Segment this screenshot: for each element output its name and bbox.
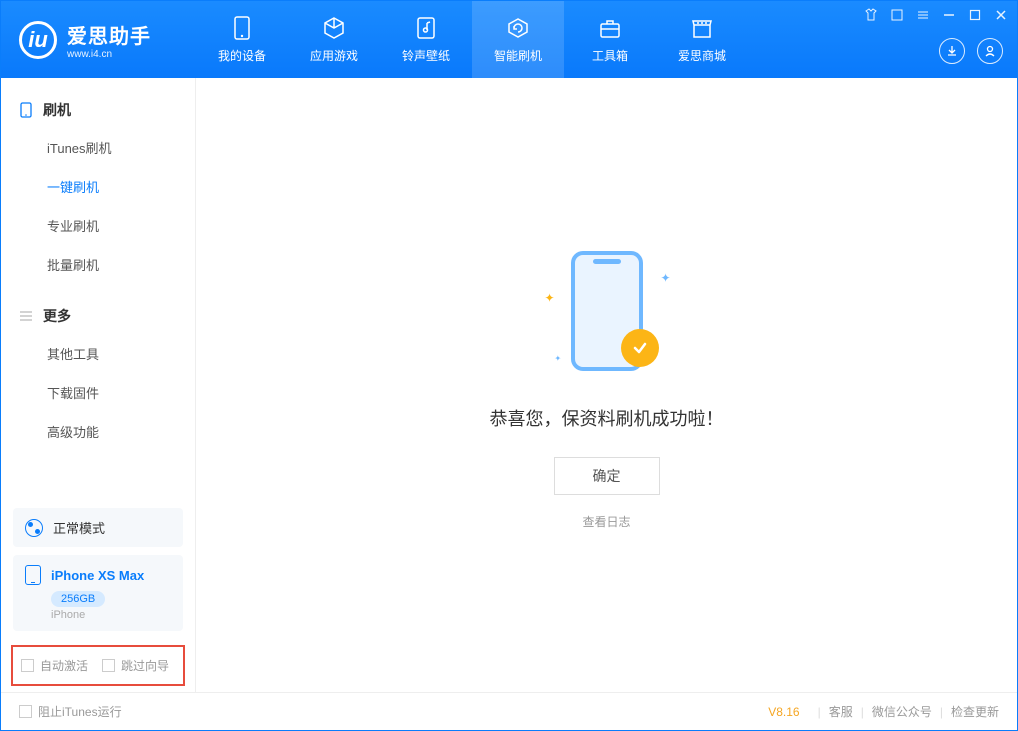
- close-button[interactable]: [993, 7, 1009, 23]
- check-badge-icon: [621, 329, 659, 367]
- app-site: www.i4.cn: [67, 49, 151, 60]
- version-label: V8.16: [768, 705, 799, 719]
- menu-icon[interactable]: [915, 7, 931, 23]
- separator: |: [940, 705, 943, 719]
- success-message: 恭喜您，保资料刷机成功啦！: [490, 405, 724, 431]
- sidebar-item-other[interactable]: 其他工具: [1, 334, 195, 373]
- checkbox-skip-wizard[interactable]: 跳过向导: [102, 657, 169, 674]
- nav-tabs: 我的设备 应用游戏 铃声壁纸 智能刷机 工具箱 爱思商城: [196, 1, 748, 78]
- spark-icon: ✦: [555, 354, 562, 363]
- window-controls: [863, 7, 1009, 23]
- nav-label: 工具箱: [592, 47, 628, 64]
- nav-tab-flash[interactable]: 智能刷机: [472, 1, 564, 78]
- sidebar-item-advanced[interactable]: 高级功能: [1, 412, 195, 451]
- view-log-link[interactable]: 查看日志: [582, 513, 630, 530]
- nav-label: 应用游戏: [310, 47, 358, 64]
- nav-tab-store[interactable]: 爱思商城: [656, 1, 748, 78]
- spark-icon: ✦: [545, 291, 555, 305]
- nav-label: 铃声壁纸: [402, 47, 450, 64]
- download-icon[interactable]: [939, 38, 965, 64]
- device-card[interactable]: iPhone XS Max 256GB iPhone: [13, 555, 183, 631]
- checkbox-icon: [102, 659, 115, 672]
- sidebar-header-flash: 刷机: [1, 92, 195, 128]
- nav-tab-ringtones[interactable]: 铃声壁纸: [380, 1, 472, 78]
- minimize-button[interactable]: [941, 7, 957, 23]
- footer-left: 阻止iTunes运行: [19, 703, 122, 720]
- checkbox-block-itunes[interactable]: 阻止iTunes运行: [19, 703, 122, 720]
- spark-icon: ✦: [660, 271, 670, 285]
- list-icon: [19, 309, 33, 323]
- box-icon[interactable]: [889, 7, 905, 23]
- phone-icon: [19, 103, 33, 117]
- success-illustration: ✦ ✦ ✦: [537, 241, 677, 381]
- confirm-button[interactable]: 确定: [554, 457, 660, 495]
- device-name: iPhone XS Max: [51, 568, 144, 583]
- bottom-options-highlighted: 自动激活 跳过向导: [11, 645, 185, 686]
- footer-link-update[interactable]: 检查更新: [951, 703, 999, 720]
- header-bar: iu 爱思助手 www.i4.cn 我的设备 应用游戏 铃声壁纸 智能刷机 工具…: [1, 1, 1017, 78]
- checkbox-label: 自动激活: [40, 657, 88, 674]
- separator: |: [818, 705, 821, 719]
- header-right-icons: [939, 38, 1003, 64]
- sidebar-section-flash: 刷机 iTunes刷机 一键刷机 专业刷机 批量刷机: [1, 78, 195, 284]
- nav-label: 我的设备: [218, 47, 266, 64]
- nav-tab-device[interactable]: 我的设备: [196, 1, 288, 78]
- sidebar-header-more: 更多: [1, 298, 195, 334]
- refresh-icon: [505, 15, 531, 41]
- sidebar-title: 更多: [43, 306, 71, 326]
- sidebar-item-pro[interactable]: 专业刷机: [1, 206, 195, 245]
- logo-icon: iu: [19, 21, 57, 59]
- mode-label: 正常模式: [53, 518, 105, 537]
- main-content: ✦ ✦ ✦ 恭喜您，保资料刷机成功啦！ 确定 查看日志: [196, 78, 1017, 692]
- maximize-button[interactable]: [967, 7, 983, 23]
- checkbox-icon: [21, 659, 34, 672]
- sidebar-title: 刷机: [43, 100, 71, 120]
- device-icon: [229, 15, 255, 41]
- device-capacity-badge: 256GB: [51, 591, 105, 607]
- device-type: iPhone: [51, 609, 171, 621]
- device-phone-icon: [25, 565, 41, 585]
- device-row: iPhone XS Max: [25, 565, 171, 585]
- app-title: 爱思助手: [67, 20, 151, 49]
- footer-link-wechat[interactable]: 微信公众号: [872, 703, 932, 720]
- checkbox-label: 阻止iTunes运行: [38, 703, 122, 720]
- checkbox-auto-activate[interactable]: 自动激活: [21, 657, 88, 674]
- nav-tab-tools[interactable]: 工具箱: [564, 1, 656, 78]
- logo-area: iu 爱思助手 www.i4.cn: [1, 20, 196, 60]
- store-icon: [689, 15, 715, 41]
- separator: |: [861, 705, 864, 719]
- sidebar-item-oneclick[interactable]: 一键刷机: [1, 167, 195, 206]
- mode-card[interactable]: 正常模式: [13, 508, 183, 547]
- mode-icon: [25, 519, 43, 537]
- footer-link-support[interactable]: 客服: [829, 703, 853, 720]
- body-area: 刷机 iTunes刷机 一键刷机 专业刷机 批量刷机 更多 其他工具 下载固件 …: [1, 78, 1017, 692]
- tshirt-icon[interactable]: [863, 7, 879, 23]
- sidebar: 刷机 iTunes刷机 一键刷机 专业刷机 批量刷机 更多 其他工具 下载固件 …: [1, 78, 196, 692]
- sidebar-spacer: [1, 451, 195, 500]
- briefcase-icon: [597, 15, 623, 41]
- footer-right: V8.16 | 客服 | 微信公众号 | 检查更新: [768, 703, 999, 720]
- checkbox-icon: [19, 705, 32, 718]
- cube-icon: [321, 15, 347, 41]
- sidebar-section-more: 更多 其他工具 下载固件 高级功能: [1, 284, 195, 451]
- checkbox-label: 跳过向导: [121, 657, 169, 674]
- nav-label: 爱思商城: [678, 47, 726, 64]
- sidebar-item-batch[interactable]: 批量刷机: [1, 245, 195, 284]
- sidebar-item-itunes[interactable]: iTunes刷机: [1, 128, 195, 167]
- sidebar-item-firmware[interactable]: 下载固件: [1, 373, 195, 412]
- nav-label: 智能刷机: [494, 47, 542, 64]
- logo-text: 爱思助手 www.i4.cn: [67, 20, 151, 60]
- nav-tab-apps[interactable]: 应用游戏: [288, 1, 380, 78]
- footer-bar: 阻止iTunes运行 V8.16 | 客服 | 微信公众号 | 检查更新: [1, 692, 1017, 730]
- music-icon: [413, 15, 439, 41]
- user-icon[interactable]: [977, 38, 1003, 64]
